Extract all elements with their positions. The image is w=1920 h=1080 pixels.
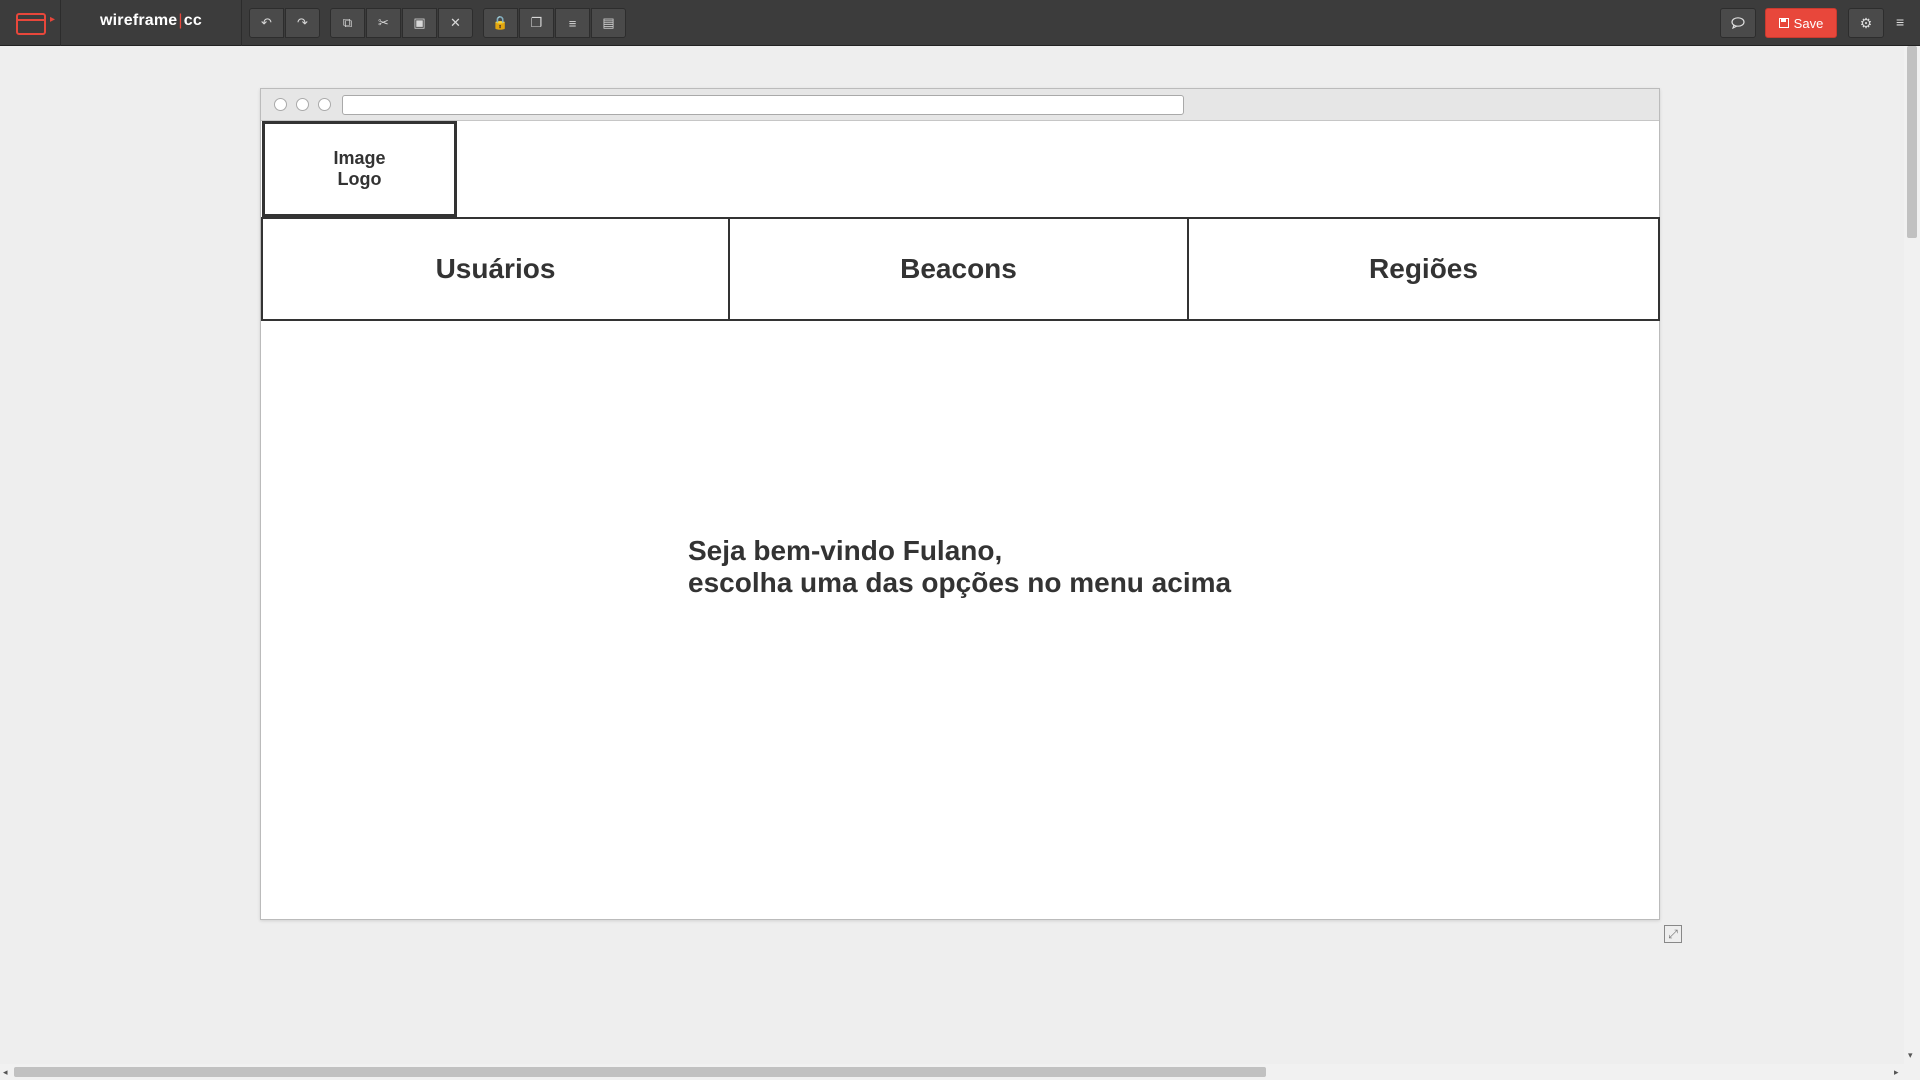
align-icon: ≡ bbox=[568, 15, 577, 31]
comment-button[interactable] bbox=[1720, 8, 1756, 38]
comment-icon bbox=[1731, 17, 1745, 29]
scroll-left-icon[interactable]: ◂ bbox=[3, 1068, 8, 1077]
expand-icon[interactable]: ⤢ bbox=[1664, 925, 1682, 943]
welcome-line: Seja bem-vindo Fulano, bbox=[688, 535, 1003, 566]
scrollbar-thumb[interactable] bbox=[1907, 46, 1917, 238]
url-bar[interactable] bbox=[342, 95, 1184, 115]
bring-front-button[interactable]: ❐ bbox=[519, 8, 554, 38]
save-button[interactable]: Save bbox=[1765, 8, 1837, 38]
window-dot bbox=[274, 98, 287, 111]
divider bbox=[60, 0, 61, 46]
lock-icon: 🔒 bbox=[492, 15, 509, 30]
redo-button[interactable]: ↷ bbox=[285, 8, 320, 38]
browser-chrome bbox=[261, 89, 1659, 121]
layers-icon: ❐ bbox=[530, 15, 543, 30]
scroll-down-icon[interactable]: ▾ bbox=[1908, 1051, 1913, 1060]
nav-item-regioes[interactable]: Regiões bbox=[1189, 219, 1658, 319]
image-logo-placeholder[interactable]: Image Logo bbox=[262, 121, 457, 217]
undo-button[interactable]: ↶ bbox=[249, 8, 284, 38]
save-label: Save bbox=[1793, 15, 1824, 31]
logo-text-line: Logo bbox=[337, 169, 382, 189]
scissors-icon: ✂ bbox=[378, 15, 389, 30]
gear-icon: ⚙ bbox=[1859, 14, 1873, 31]
vertical-scrollbar[interactable]: ▾ bbox=[1904, 46, 1920, 1080]
logo-text-line: Image bbox=[333, 148, 386, 168]
align-button[interactable]: ≡ bbox=[555, 8, 590, 38]
app-menu-icon[interactable] bbox=[16, 13, 46, 35]
window-dot bbox=[318, 98, 331, 111]
undo-icon: ↶ bbox=[261, 15, 272, 30]
nav-menu: Usuários Beacons Regiões bbox=[261, 217, 1660, 321]
cut-button[interactable]: ✂ bbox=[366, 8, 401, 38]
scroll-right-icon[interactable]: ▸ bbox=[1894, 1068, 1899, 1077]
app-toolbar: ▸ wireframe|cc ↶ ↷ ⧉ ✂ ▣ ✕ 🔒 ❐ ≡ ▤ Save ⚙ ≡ bbox=[0, 0, 1920, 46]
divider bbox=[241, 0, 242, 46]
welcome-line: escolha uma das opções no menu acima bbox=[688, 567, 1232, 598]
group-button[interactable]: ▤ bbox=[591, 8, 626, 38]
lock-button[interactable]: 🔒 bbox=[483, 8, 518, 38]
delete-button[interactable]: ✕ bbox=[438, 8, 473, 38]
floppy-icon bbox=[1778, 18, 1789, 28]
nav-item-beacons[interactable]: Beacons bbox=[730, 219, 1189, 319]
paste-icon: ▣ bbox=[413, 15, 426, 30]
paste-button[interactable]: ▣ bbox=[402, 8, 437, 38]
nav-item-usuarios[interactable]: Usuários bbox=[263, 219, 730, 319]
copy-button[interactable]: ⧉ bbox=[330, 8, 365, 38]
browser-wireframe[interactable]: Image Logo Usuários Beacons Regiões Seja… bbox=[260, 88, 1660, 920]
redo-icon: ↷ bbox=[297, 15, 308, 30]
welcome-message: Seja bem-vindo Fulano, escolha uma das o… bbox=[688, 535, 1231, 599]
caret-right-icon: ▸ bbox=[50, 14, 56, 25]
close-icon: ✕ bbox=[450, 15, 461, 30]
app-logo: wireframe|cc bbox=[100, 12, 202, 29]
scrollbar-thumb[interactable] bbox=[14, 1067, 1266, 1077]
group-icon: ▤ bbox=[602, 15, 615, 30]
hamburger-menu-icon[interactable]: ≡ bbox=[1896, 15, 1908, 29]
copy-icon: ⧉ bbox=[342, 15, 353, 30]
horizontal-scrollbar[interactable]: ◂ ▸ bbox=[0, 1064, 1904, 1080]
settings-button[interactable]: ⚙ bbox=[1848, 8, 1884, 38]
window-dot bbox=[296, 98, 309, 111]
